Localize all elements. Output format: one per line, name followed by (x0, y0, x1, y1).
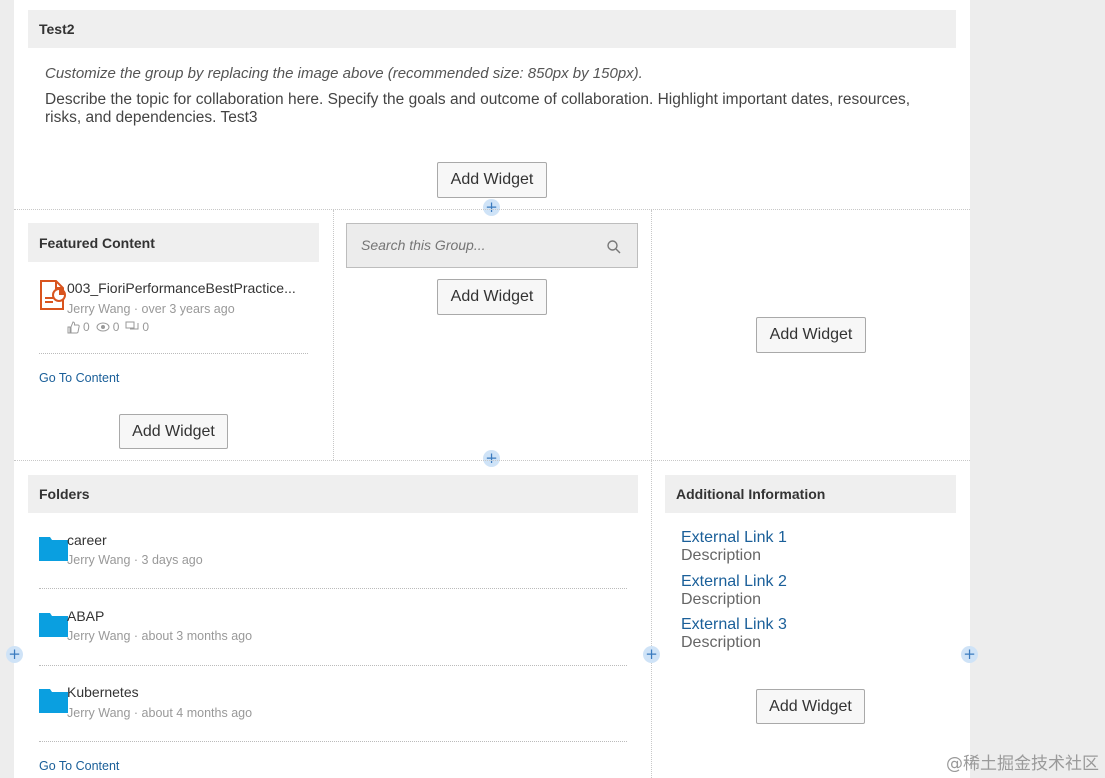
external-link-description: Description (681, 591, 762, 608)
folder-divider (39, 741, 627, 742)
row-divider-1 (14, 209, 970, 210)
search-input[interactable] (359, 236, 603, 254)
row-divider-2 (14, 460, 970, 461)
add-row-plus-icon[interactable]: + (483, 450, 500, 467)
additional-information-header: Additional Information (665, 475, 956, 513)
add-row-plus-icon[interactable]: + (483, 199, 500, 216)
group-description: Describe the topic for collaboration her… (45, 91, 911, 126)
add-widget-button-featured[interactable]: Add Widget (119, 414, 228, 449)
external-links: External Link 1 Description External Lin… (681, 529, 787, 652)
folder-name[interactable]: Kubernetes (67, 684, 139, 700)
column-divider (333, 210, 334, 460)
folder-meta: Jerry Wang · about 4 months ago (67, 706, 253, 720)
featured-item-title[interactable]: 003_FioriPerformanceBestPractice... (67, 280, 312, 296)
featured-go-to-content-link[interactable]: Go To Content (39, 371, 119, 385)
external-link-item: External Link 2 Description (681, 573, 787, 609)
folder-icon (39, 689, 68, 713)
search-box[interactable] (346, 223, 638, 268)
featured-divider (39, 353, 308, 354)
add-widget-button-right-top[interactable]: Add Widget (756, 317, 866, 353)
add-column-plus-icon[interactable]: + (643, 646, 660, 663)
external-link[interactable]: External Link 2 (681, 573, 787, 591)
comment-count: 0 (142, 320, 150, 334)
image-hint: Customize the group by replacing the ima… (45, 65, 643, 82)
folder-icon (39, 537, 68, 561)
presentation-file-icon (40, 280, 66, 310)
views-icon (96, 322, 110, 332)
view-count: 0 (112, 320, 120, 334)
folders-title: Folders (39, 486, 90, 502)
add-widget-button-additional[interactable]: Add Widget (756, 689, 865, 724)
folder-meta: Jerry Wang · 3 days ago (67, 553, 203, 567)
folder-name[interactable]: career (67, 532, 107, 548)
add-column-plus-icon[interactable]: + (961, 646, 978, 663)
search-icon[interactable] (607, 240, 621, 254)
external-link-description: Description (681, 634, 762, 651)
like-icon[interactable] (67, 320, 80, 334)
external-link[interactable]: External Link 1 (681, 529, 787, 547)
external-link[interactable]: External Link 3 (681, 616, 787, 634)
add-widget-button-search[interactable]: Add Widget (437, 279, 547, 315)
folders-header: Folders (28, 475, 638, 513)
folder-divider (39, 665, 627, 666)
external-link-item: External Link 1 Description (681, 529, 787, 565)
add-column-plus-icon[interactable]: + (6, 646, 23, 663)
additional-information-title: Additional Information (676, 486, 826, 502)
featured-content-header: Featured Content (28, 223, 319, 262)
featured-item-stats: 0 0 0 (67, 320, 149, 334)
add-widget-button-top[interactable]: Add Widget (437, 162, 547, 198)
like-count: 0 (83, 320, 90, 334)
folder-name[interactable]: ABAP (67, 608, 104, 624)
folder-meta: Jerry Wang · about 3 months ago (67, 629, 253, 643)
folder-icon (39, 613, 68, 637)
featured-content-title: Featured Content (39, 234, 155, 251)
group-title-bar: Test2 (28, 10, 956, 48)
external-link-item: External Link 3 Description (681, 616, 787, 652)
group-title: Test2 (39, 21, 75, 37)
folders-go-to-content-link[interactable]: Go To Content (39, 759, 119, 773)
folder-divider (39, 588, 627, 589)
featured-item-meta: Jerry Wang · over 3 years ago (67, 302, 235, 316)
group-page: Test2 Customize the group by replacing t… (6, 0, 978, 778)
comments-icon[interactable] (125, 321, 139, 333)
column-divider (651, 210, 652, 778)
external-link-description: Description (681, 547, 762, 564)
watermark: @稀土掘金技术社区 (946, 754, 1099, 774)
